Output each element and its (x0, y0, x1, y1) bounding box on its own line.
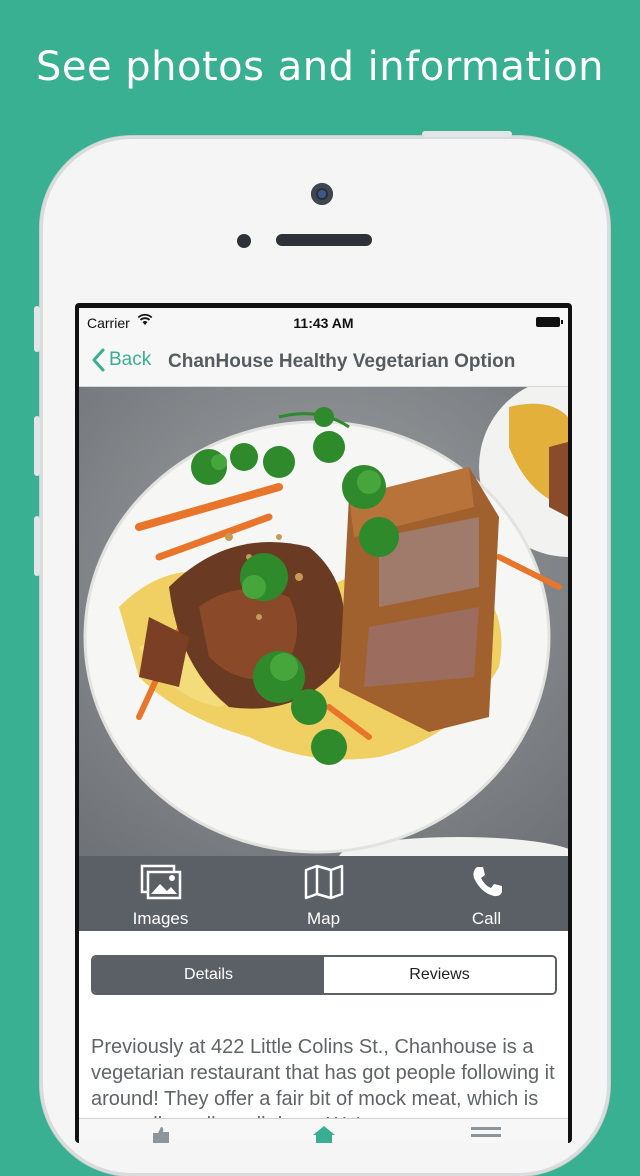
tab-details[interactable]: Details (93, 957, 324, 993)
volume-up-button (34, 416, 40, 476)
promo-headline: See photos and information (35, 44, 605, 90)
battery-icon (536, 317, 563, 327)
call-button[interactable]: Call (405, 856, 568, 931)
mute-switch (34, 306, 40, 352)
call-label: Call (471, 909, 502, 928)
map-button[interactable]: Map (242, 856, 405, 931)
images-label: Images (132, 909, 189, 928)
home-icon[interactable] (311, 1125, 337, 1143)
map-label: Map (306, 909, 341, 928)
front-camera (311, 183, 333, 205)
images-icon (140, 864, 182, 905)
map-icon (303, 864, 345, 905)
thumbs-up-icon[interactable] (149, 1125, 173, 1143)
restaurant-photo[interactable] (79, 387, 568, 857)
power-button (422, 131, 512, 137)
proximity-sensor (237, 234, 251, 248)
back-label: Back (109, 349, 152, 370)
action-bar: Images Map Call (79, 856, 568, 931)
status-bar: Carrier 11:43 AM (79, 308, 568, 336)
back-button[interactable]: Back (91, 348, 151, 372)
navigation-bar: Back ChanHouse Healthy Vegetarian Option (79, 336, 568, 387)
tab-bar (79, 1118, 568, 1143)
status-time: 11:43 AM (293, 315, 354, 331)
phone-icon (469, 864, 505, 905)
volume-down-button (34, 516, 40, 576)
phone-screen: Carrier 11:43 AM Back ChanHouse Healthy … (75, 303, 572, 1143)
chevron-left-icon (92, 348, 105, 372)
details-reviews-segmented-control: Details Reviews (91, 955, 557, 995)
earpiece-speaker (276, 234, 372, 246)
list-icon[interactable] (471, 1127, 501, 1143)
app-screen: Carrier 11:43 AM Back ChanHouse Healthy … (79, 308, 568, 1143)
images-button[interactable]: Images (79, 856, 242, 931)
page-title: ChanHouse Healthy Vegetarian Option (168, 351, 516, 372)
tab-reviews[interactable]: Reviews (324, 957, 555, 993)
